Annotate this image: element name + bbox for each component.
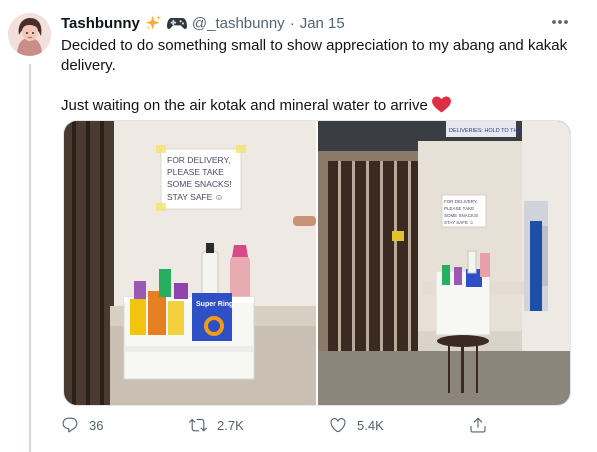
tweet-media[interactable]: FOR DELIVERY, PLEASE TAKE SOME SNACKS! S… xyxy=(63,120,571,406)
tweet-text-line2: Just waiting on the air kotak and minera… xyxy=(61,96,576,119)
game-controller-emoji-icon xyxy=(166,15,187,32)
header-separator: · xyxy=(289,14,295,32)
action-bar: 36 2.7K 5.4K xyxy=(61,416,561,438)
right-sign-line4: STAY SAFE ☺ xyxy=(444,220,474,225)
snack-label: Super Ring xyxy=(196,301,233,308)
right-sign-line1: FOR DELIVERY, xyxy=(444,199,478,204)
tweet-date[interactable]: Jan 15 xyxy=(300,15,345,32)
reply-count: 36 xyxy=(89,417,104,433)
left-sign-line2: PLEASE TAKE xyxy=(167,167,224,177)
left-sign-line1: FOR DELIVERY, xyxy=(167,155,230,165)
like-count: 5.4K xyxy=(357,417,384,433)
avatar[interactable] xyxy=(8,13,51,56)
right-sign-line3: SOME SNACKS! xyxy=(444,213,478,218)
right-sign-line2: PLEASE TAKE xyxy=(444,206,474,211)
tweet-text-line2-text: Just waiting on the air kotak and minera… xyxy=(61,97,428,114)
retweet-button[interactable]: 2.7K xyxy=(189,416,244,434)
sparkles-emoji-icon xyxy=(145,14,162,32)
photo-snack-box-closeup[interactable]: FOR DELIVERY, PLEASE TAKE SOME SNACKS! S… xyxy=(64,121,316,406)
thread-line xyxy=(29,64,31,452)
left-sign-line4: STAY SAFE ☺ xyxy=(167,192,223,202)
tweet-header: Tashbunny @_tashbunny · Jan 15 xyxy=(61,13,345,33)
tweet-text-line1: Decided to do something small to show ap… xyxy=(61,37,568,74)
heart-outline-icon xyxy=(330,418,346,433)
more-horizontal-icon xyxy=(552,20,568,24)
share-button[interactable] xyxy=(469,416,497,434)
tweet-text: Decided to do something small to show ap… xyxy=(61,36,576,119)
reply-button[interactable]: 36 xyxy=(61,416,103,434)
more-options-button[interactable] xyxy=(549,14,571,30)
left-sign-line3: SOME SNACKS! xyxy=(167,179,232,189)
retweet-icon xyxy=(189,418,207,432)
author-name[interactable]: Tashbunny xyxy=(61,15,140,32)
right-top-notice: DELIVERIES: HOLD TO THE xyxy=(449,128,521,134)
retweet-count: 2.7K xyxy=(217,417,244,433)
reply-icon xyxy=(62,417,78,433)
red-heart-emoji-icon xyxy=(431,96,451,119)
share-icon xyxy=(470,417,486,433)
tweet[interactable]: Tashbunny @_tashbunny · Jan 15 Decided t… xyxy=(0,0,597,452)
like-button[interactable]: 5.4K xyxy=(329,416,384,434)
author-handle[interactable]: @_tashbunny xyxy=(192,15,285,32)
photo-gate-and-table[interactable]: DELIVERIES: HOLD TO THE FOR DELIVERY, PL… xyxy=(318,121,571,406)
avatar-illustration xyxy=(8,13,51,56)
